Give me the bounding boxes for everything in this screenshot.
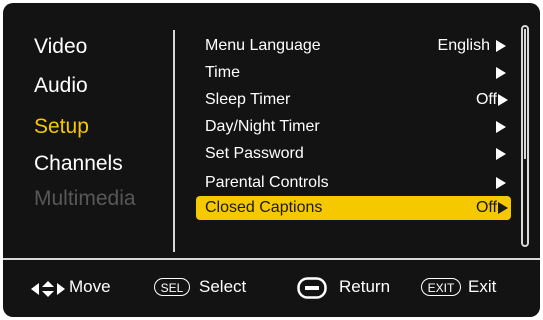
submenu-item-label: Parental Controls xyxy=(205,174,329,191)
main-menu-audio[interactable]: Audio xyxy=(34,74,88,98)
select-hint-label: Select xyxy=(199,277,247,296)
main-menu-multimedia: Multimedia xyxy=(34,187,136,210)
exit-key-badge: EXIT xyxy=(421,278,461,296)
main-menu-video[interactable]: Video xyxy=(34,35,87,59)
submenu-item-label: Sleep Timer xyxy=(205,91,291,108)
submenu-item-label: Time xyxy=(205,64,240,81)
menu-divider xyxy=(173,30,175,252)
footer-divider xyxy=(3,258,540,260)
move-hint-label: Move xyxy=(69,277,111,296)
return-button-icon xyxy=(297,277,327,299)
submenu-arrow-icon xyxy=(496,121,506,133)
submenu-item-day-night-timer[interactable]: Day/Night Timer xyxy=(196,115,511,139)
return-hint-label: Return xyxy=(339,277,391,296)
submenu-item-label: Day/Night Timer xyxy=(205,118,320,135)
settings-menu-panel: Video Audio Setup Channels Multimedia Me… xyxy=(3,3,540,317)
submenu-item-label: Menu Language xyxy=(205,37,321,54)
footer-hints: Move SEL Select Return EXIT Exit xyxy=(3,271,540,305)
sel-key-badge: SEL xyxy=(154,278,190,296)
main-menu-channels[interactable]: Channels xyxy=(34,152,123,176)
submenu-item-time[interactable]: Time xyxy=(196,61,511,85)
submenu-scrollbar[interactable] xyxy=(521,25,529,247)
submenu-arrow-icon xyxy=(496,148,506,160)
submenu-arrow-icon xyxy=(498,202,508,214)
submenu-item-value: Off xyxy=(475,91,497,108)
scrollbar-thumb[interactable] xyxy=(524,29,526,159)
submenu-arrow-icon xyxy=(496,177,506,189)
submenu-item-label: Closed Captions xyxy=(205,199,323,216)
submenu-item-parental-controls[interactable]: Parental Controls xyxy=(196,171,511,195)
submenu-arrow-icon xyxy=(496,67,506,79)
submenu-item-set-password[interactable]: Set Password xyxy=(196,142,511,166)
submenu-arrow-icon xyxy=(496,40,506,52)
submenu-item-value: Off xyxy=(475,199,497,216)
submenu-arrow-icon xyxy=(498,94,508,106)
submenu-item-value: English xyxy=(437,37,490,54)
submenu-item-menu-language[interactable]: Menu Language English xyxy=(196,34,511,58)
submenu-item-closed-captions[interactable]: Closed Captions Off xyxy=(196,196,511,220)
submenu-item-sleep-timer[interactable]: Sleep Timer Off xyxy=(196,88,511,112)
move-arrows-icon xyxy=(31,281,65,297)
submenu-item-label: Set Password xyxy=(205,145,304,162)
exit-hint-label: Exit xyxy=(468,277,497,296)
main-menu-setup[interactable]: Setup xyxy=(34,115,89,139)
